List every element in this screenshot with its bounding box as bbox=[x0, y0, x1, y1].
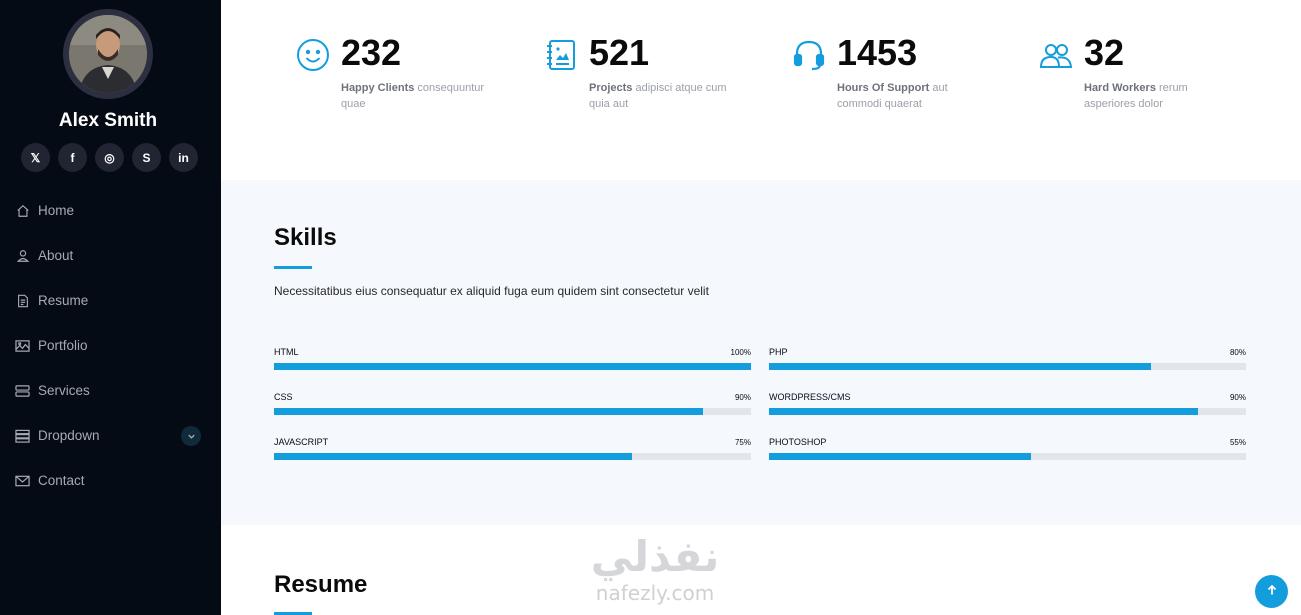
nav-label: Portfolio bbox=[38, 338, 88, 353]
nav-item-contact[interactable]: Contact bbox=[0, 458, 221, 503]
skill-name: HTML bbox=[274, 347, 299, 357]
progress-fill bbox=[274, 453, 632, 460]
skill-name: CSS bbox=[274, 392, 293, 402]
skill-name: WORDPRESS/CMS bbox=[769, 392, 851, 402]
nav-item-dropdown[interactable]: Dropdown bbox=[0, 413, 221, 458]
house-icon bbox=[15, 203, 30, 218]
person-icon bbox=[15, 248, 30, 263]
watermark-latin: nafezly.com bbox=[595, 581, 715, 605]
journal-richtext-icon bbox=[544, 38, 580, 74]
nav-item-portfolio[interactable]: Portfolio bbox=[0, 323, 221, 368]
skype-icon[interactable]: S bbox=[132, 143, 161, 172]
progress-fill bbox=[769, 453, 1032, 460]
stat-description: Hours Of Support aut commodi quaerat bbox=[837, 80, 987, 112]
linkedin-icon[interactable]: in bbox=[169, 143, 198, 172]
skill-value: 75% bbox=[734, 438, 751, 447]
nav-label: Services bbox=[38, 383, 90, 398]
watermark: نفذلي nafezly.com bbox=[575, 532, 735, 612]
avatar bbox=[63, 9, 153, 99]
stat-number: 1453 bbox=[837, 32, 918, 73]
progress-fill bbox=[274, 408, 704, 415]
stat-description: Hard Workers rerum asperiores dolor bbox=[1084, 80, 1234, 112]
stat-number: 232 bbox=[341, 32, 402, 73]
arrow-up-icon bbox=[1266, 583, 1278, 601]
skill-value: 90% bbox=[1229, 393, 1246, 402]
progress-track bbox=[274, 453, 751, 460]
chevron-down-icon[interactable] bbox=[181, 426, 201, 446]
instagram-icon[interactable]: ◎ bbox=[95, 143, 124, 172]
stat-number: 32 bbox=[1084, 32, 1125, 73]
progress-track bbox=[769, 453, 1246, 460]
stat-title: Hours Of Support bbox=[837, 82, 930, 94]
skills-section: Skills Necessitatibus eius consequatur e… bbox=[221, 180, 1301, 525]
facebook-icon[interactable]: f bbox=[58, 143, 87, 172]
skill-value: 100% bbox=[730, 348, 751, 357]
skill-name: JAVASCRIPT bbox=[274, 437, 329, 447]
nav-label: About bbox=[38, 248, 74, 263]
section-title: Skills bbox=[274, 224, 337, 251]
stat-description: Happy Clients consequuntur quae bbox=[341, 80, 491, 112]
skill-value: 55% bbox=[1229, 438, 1246, 447]
hdd-stack-icon bbox=[15, 383, 30, 398]
section-underline bbox=[274, 266, 312, 269]
people-icon bbox=[1039, 38, 1075, 74]
nav-label: Home bbox=[38, 203, 75, 218]
nav-label: Contact bbox=[38, 473, 85, 488]
stat-description: Projects adipisci atque cum quia aut bbox=[589, 80, 739, 112]
nav-item-services[interactable]: Services bbox=[0, 368, 221, 413]
back-to-top-button[interactable] bbox=[1255, 575, 1288, 608]
stat-title: Hard Workers bbox=[1084, 82, 1156, 94]
nav-item-home[interactable]: Home bbox=[0, 188, 221, 233]
facts-section: 232 Happy Clients consequuntur quae 521 … bbox=[221, 0, 1301, 180]
skill-name: PHP bbox=[769, 347, 788, 357]
nav-menu: Home About Resume Portfolio Services Dro… bbox=[0, 188, 221, 503]
section-description: Necessitatibus eius consequatur ex aliqu… bbox=[274, 284, 709, 298]
images-icon bbox=[15, 338, 30, 353]
resume-section: Resume bbox=[221, 525, 1301, 615]
skill-value: 80% bbox=[1229, 348, 1246, 357]
nav-label: Dropdown bbox=[38, 428, 100, 443]
stat-title: Happy Clients bbox=[341, 82, 415, 94]
watermark-arabic: نفذلي bbox=[590, 532, 720, 581]
progress-fill bbox=[769, 363, 1151, 370]
social-links: 𝕏 f ◎ S in bbox=[21, 143, 198, 172]
menu-icon bbox=[15, 428, 30, 443]
nav-item-resume[interactable]: Resume bbox=[0, 278, 221, 323]
progress-fill bbox=[274, 363, 751, 370]
file-text-icon bbox=[15, 293, 30, 308]
progress-track bbox=[274, 363, 751, 370]
progress-track bbox=[274, 408, 751, 415]
progress-track bbox=[769, 408, 1246, 415]
stat-number: 521 bbox=[589, 32, 650, 73]
skill-value: 90% bbox=[734, 393, 751, 402]
profile-name: Alex Smith bbox=[58, 110, 158, 131]
headset-icon bbox=[792, 38, 828, 74]
progress-fill bbox=[769, 408, 1199, 415]
progress-track bbox=[769, 363, 1246, 370]
nav-label: Resume bbox=[38, 293, 89, 308]
nav-item-about[interactable]: About bbox=[0, 233, 221, 278]
skill-name: PHOTOSHOP bbox=[769, 437, 827, 447]
section-title: Resume bbox=[274, 571, 368, 598]
sidebar: Alex Smith 𝕏 f ◎ S in Home About Resume bbox=[0, 0, 221, 615]
envelope-icon bbox=[15, 473, 30, 488]
emoji-smile-icon bbox=[296, 38, 332, 74]
stat-title: Projects bbox=[589, 82, 633, 94]
x-icon[interactable]: 𝕏 bbox=[21, 143, 50, 172]
